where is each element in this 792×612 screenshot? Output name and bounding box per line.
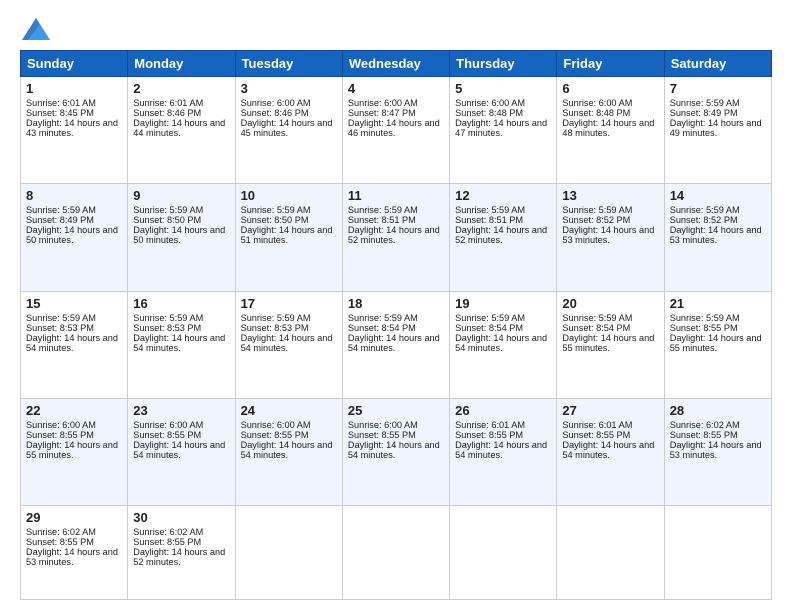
table-row: 5Sunrise: 6:00 AMSunset: 8:48 PMDaylight… — [450, 77, 557, 184]
col-sunday: Sunday — [21, 51, 128, 77]
header — [20, 18, 772, 40]
table-row: 13Sunrise: 5:59 AMSunset: 8:52 PMDayligh… — [557, 184, 664, 291]
page: Sunday Monday Tuesday Wednesday Thursday… — [0, 0, 792, 612]
table-row: 4Sunrise: 6:00 AMSunset: 8:47 PMDaylight… — [342, 77, 449, 184]
table-row: 16Sunrise: 5:59 AMSunset: 8:53 PMDayligh… — [128, 291, 235, 398]
table-row: 1Sunrise: 6:01 AMSunset: 8:45 PMDaylight… — [21, 77, 128, 184]
table-row: 8Sunrise: 5:59 AMSunset: 8:49 PMDaylight… — [21, 184, 128, 291]
logo-icon — [22, 18, 50, 40]
table-row: 22Sunrise: 6:00 AMSunset: 8:55 PMDayligh… — [21, 399, 128, 506]
calendar-table: Sunday Monday Tuesday Wednesday Thursday… — [20, 50, 772, 600]
table-row — [557, 506, 664, 600]
table-row: 10Sunrise: 5:59 AMSunset: 8:50 PMDayligh… — [235, 184, 342, 291]
calendar-week-row: 15Sunrise: 5:59 AMSunset: 8:53 PMDayligh… — [21, 291, 772, 398]
table-row: 14Sunrise: 5:59 AMSunset: 8:52 PMDayligh… — [664, 184, 771, 291]
table-row: 24Sunrise: 6:00 AMSunset: 8:55 PMDayligh… — [235, 399, 342, 506]
table-row: 15Sunrise: 5:59 AMSunset: 8:53 PMDayligh… — [21, 291, 128, 398]
table-row — [450, 506, 557, 600]
table-row: 11Sunrise: 5:59 AMSunset: 8:51 PMDayligh… — [342, 184, 449, 291]
col-tuesday: Tuesday — [235, 51, 342, 77]
table-row: 21Sunrise: 5:59 AMSunset: 8:55 PMDayligh… — [664, 291, 771, 398]
table-row: 27Sunrise: 6:01 AMSunset: 8:55 PMDayligh… — [557, 399, 664, 506]
calendar-week-row: 22Sunrise: 6:00 AMSunset: 8:55 PMDayligh… — [21, 399, 772, 506]
calendar-week-row: 1Sunrise: 6:01 AMSunset: 8:45 PMDaylight… — [21, 77, 772, 184]
calendar-week-row: 29Sunrise: 6:02 AMSunset: 8:55 PMDayligh… — [21, 506, 772, 600]
table-row — [342, 506, 449, 600]
table-row: 26Sunrise: 6:01 AMSunset: 8:55 PMDayligh… — [450, 399, 557, 506]
col-friday: Friday — [557, 51, 664, 77]
table-row — [664, 506, 771, 600]
logo — [20, 18, 50, 40]
table-row: 23Sunrise: 6:00 AMSunset: 8:55 PMDayligh… — [128, 399, 235, 506]
table-row: 3Sunrise: 6:00 AMSunset: 8:46 PMDaylight… — [235, 77, 342, 184]
day-header-row: Sunday Monday Tuesday Wednesday Thursday… — [21, 51, 772, 77]
table-row: 6Sunrise: 6:00 AMSunset: 8:48 PMDaylight… — [557, 77, 664, 184]
col-monday: Monday — [128, 51, 235, 77]
table-row: 2Sunrise: 6:01 AMSunset: 8:46 PMDaylight… — [128, 77, 235, 184]
table-row: 7Sunrise: 5:59 AMSunset: 8:49 PMDaylight… — [664, 77, 771, 184]
table-row: 17Sunrise: 5:59 AMSunset: 8:53 PMDayligh… — [235, 291, 342, 398]
table-row: 25Sunrise: 6:00 AMSunset: 8:55 PMDayligh… — [342, 399, 449, 506]
table-row: 20Sunrise: 5:59 AMSunset: 8:54 PMDayligh… — [557, 291, 664, 398]
col-saturday: Saturday — [664, 51, 771, 77]
table-row: 29Sunrise: 6:02 AMSunset: 8:55 PMDayligh… — [21, 506, 128, 600]
table-row: 12Sunrise: 5:59 AMSunset: 8:51 PMDayligh… — [450, 184, 557, 291]
col-thursday: Thursday — [450, 51, 557, 77]
table-row: 30Sunrise: 6:02 AMSunset: 8:55 PMDayligh… — [128, 506, 235, 600]
table-row: 18Sunrise: 5:59 AMSunset: 8:54 PMDayligh… — [342, 291, 449, 398]
calendar-week-row: 8Sunrise: 5:59 AMSunset: 8:49 PMDaylight… — [21, 184, 772, 291]
table-row: 9Sunrise: 5:59 AMSunset: 8:50 PMDaylight… — [128, 184, 235, 291]
table-row: 28Sunrise: 6:02 AMSunset: 8:55 PMDayligh… — [664, 399, 771, 506]
table-row — [235, 506, 342, 600]
col-wednesday: Wednesday — [342, 51, 449, 77]
table-row: 19Sunrise: 5:59 AMSunset: 8:54 PMDayligh… — [450, 291, 557, 398]
